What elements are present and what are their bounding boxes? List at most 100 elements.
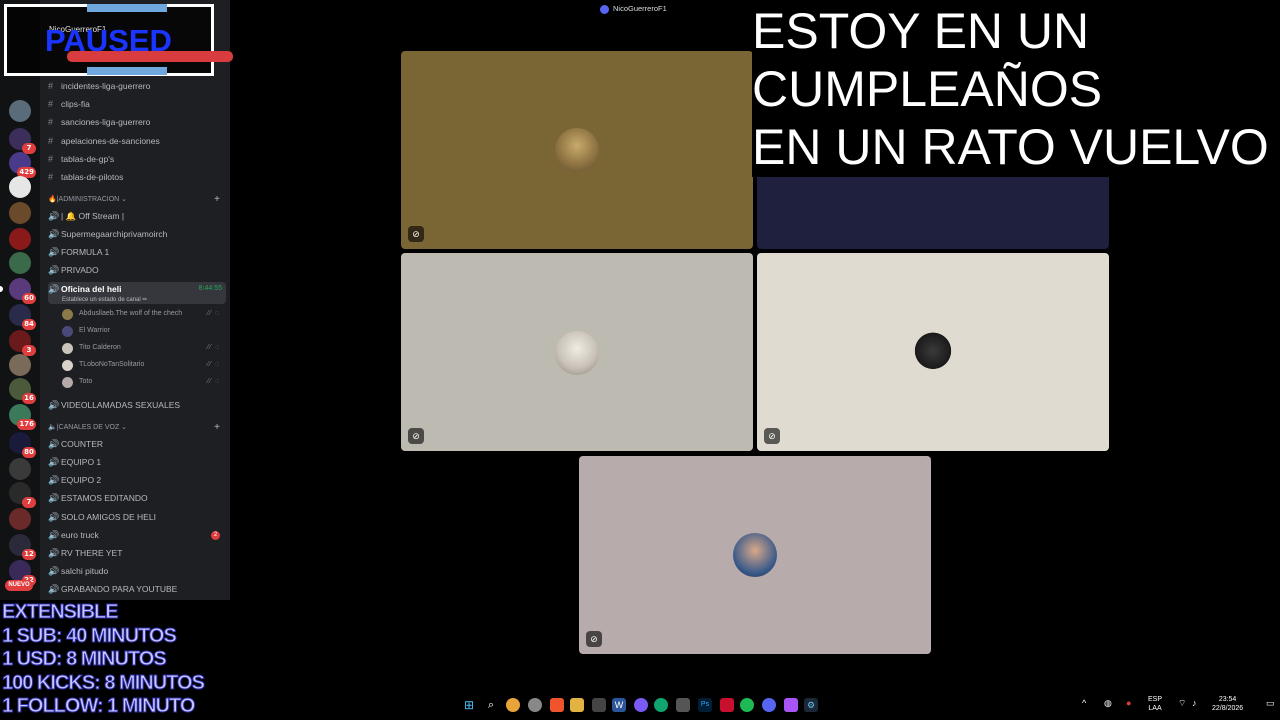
voice-user[interactable]: El Warrior (62, 323, 226, 339)
server-icon[interactable]: 60 (0, 278, 36, 304)
voice-channel[interactable]: 🔊 | 🔔 Off Stream | (48, 208, 226, 224)
server-icon[interactable]: 7 (9, 128, 36, 154)
app-icon[interactable] (528, 698, 542, 712)
voice-channel[interactable]: 🔊 VIDEOLLAMADAS SEXUALES (48, 397, 226, 413)
speaker-icon: 🔊 (48, 548, 60, 558)
voice-channel[interactable]: 🔊 EQUIPO 2 (48, 472, 226, 488)
server-icon[interactable]: 176 (9, 404, 36, 430)
video-tile[interactable]: ⊘ (757, 253, 1109, 451)
video-tile[interactable]: ⊘ (401, 51, 753, 249)
mute-icon: ⊘ (408, 428, 424, 444)
text-channel[interactable]: # tablas-de-pilotos (48, 169, 226, 185)
app-icon[interactable] (592, 698, 606, 712)
text-channel[interactable]: # apelaciones-de-sanciones (48, 133, 226, 149)
discord-icon[interactable] (762, 698, 776, 712)
wifi-icon[interactable]: ⌔ (1178, 699, 1186, 708)
server-icon[interactable]: 22 (9, 560, 36, 586)
notification-icon[interactable]: ▭ (1266, 699, 1275, 708)
voice-channel[interactable]: 🔊 COUNTER (48, 436, 226, 452)
voice-channel[interactable]: 🔊 euro truck 2 (48, 527, 226, 543)
paused-overlay: NicoGuerreroF1 PAUSED (4, 4, 233, 76)
windows-start-icon[interactable]: ⊞ (462, 698, 476, 712)
server-icon[interactable] (9, 202, 31, 224)
server-icon[interactable]: 429 (9, 152, 36, 178)
clock[interactable]: 23:54 22/8/2026 (1212, 695, 1243, 713)
server-icon[interactable] (9, 228, 31, 250)
server-icon[interactable] (9, 176, 31, 198)
voice-channel[interactable]: 🔊 EQUIPO 1 (48, 454, 226, 470)
screen: 7 429 60 84 3 16 176 80 7 12 22 NUEVO #i… (0, 0, 1280, 720)
video-tile[interactable]: ⊘ (579, 456, 931, 654)
video-tile[interactable]: ⊘ (401, 253, 753, 451)
hash-icon: # (48, 117, 54, 127)
voice-user[interactable]: Abdusllaeb.The wolf of the chech ⁄⁄ ◌ (62, 306, 226, 322)
voice-channel[interactable]: 🔊 SOLO AMIGOS DE HELI (48, 509, 226, 525)
search-icon[interactable]: ⌕ (484, 698, 498, 712)
steam-icon[interactable]: ⚙ (804, 698, 818, 712)
word-icon[interactable]: W (612, 698, 626, 712)
voice-user[interactable]: Toto ⁄⁄ ◌ (62, 374, 226, 390)
speaker-emoji-icon: 🔈 (48, 424, 57, 431)
voice-channel[interactable]: 🔊 salchi pitudo (48, 563, 226, 579)
taskbar: ⊞ ⌕ W Ps ⚙ ^ ◍ ● ESP LAA ⌔ ♪ 23:54 22/8/20… (230, 690, 1280, 720)
server-icon[interactable]: 84 (9, 304, 36, 330)
add-channel-icon[interactable]: + (214, 421, 220, 435)
category-header[interactable]: 🔥|ADMINISTRACION ⌄ + (48, 193, 226, 207)
server-badge: 7 (22, 497, 36, 508)
server-icon[interactable]: 80 (9, 432, 36, 458)
text-channel[interactable]: # tablas-de-gp's (48, 151, 226, 167)
promo-line: EXTENSIBLE (2, 601, 120, 624)
text-channel[interactable]: # sanciones-liga-guerrero (48, 114, 226, 130)
voice-channel[interactable]: 🔊 GRABANDO PARA YOUTUBE (48, 581, 226, 597)
app-icon[interactable] (634, 698, 648, 712)
server-rail: 7 429 60 84 3 16 176 80 7 12 22 NUEVO (0, 0, 40, 600)
photoshop-icon[interactable]: Ps (698, 698, 712, 712)
speaker-icon: 🔊 (48, 284, 60, 294)
language-indicator[interactable]: ESP LAA (1148, 695, 1162, 713)
voice-user[interactable]: TLoboNoTanSolitario ⁄⁄ ◌ (62, 357, 226, 373)
brave-icon[interactable] (550, 698, 564, 712)
chevron-up-icon[interactable]: ^ (1082, 699, 1086, 708)
text-channel[interactable]: # clips-fia (48, 96, 226, 112)
channel-status[interactable]: Establece un estado de canal ✏ (62, 293, 147, 304)
voice-user[interactable]: Tito Calderon ⁄⁄ ◌ (62, 340, 226, 356)
voice-channel[interactable]: 🔊 PRIVADO (48, 262, 226, 278)
active-voice-channel[interactable]: 🔊 Oficina del heli 8:44:55 Establece un e… (48, 282, 226, 304)
category-header[interactable]: 🔈|CANALES DE VOZ ⌄ + (48, 421, 226, 435)
speaker-icon: 🔊 (48, 512, 60, 522)
voice-channel[interactable]: 🔊 RV THERE YET (48, 545, 226, 561)
voice-channel[interactable]: 🔊 ESTAMOS EDITANDO (48, 490, 226, 506)
server-icon[interactable]: 7 (9, 482, 36, 508)
server-icon[interactable] (9, 458, 31, 480)
text-channel[interactable]: # incidentes-liga-guerrero (48, 78, 226, 94)
server-icon[interactable] (9, 252, 31, 274)
speaker-icon: 🔊 (48, 229, 60, 239)
chrome-icon[interactable] (506, 698, 520, 712)
speaker-icon: 🔊 (48, 566, 60, 576)
server-icon[interactable] (9, 508, 31, 530)
avatar (62, 326, 73, 337)
folder-icon[interactable] (570, 698, 584, 712)
mic-icon[interactable]: ● (1126, 699, 1131, 708)
promo-line: 100 KICKS: 8 MINUTOS (2, 671, 206, 694)
add-channel-icon[interactable]: + (214, 193, 220, 207)
server-icon[interactable]: 3 (9, 330, 36, 356)
app-icon[interactable] (676, 698, 690, 712)
network-icon[interactable]: ◍ (1104, 699, 1112, 708)
server-badge: 12 (22, 549, 36, 560)
app-icon[interactable] (784, 698, 798, 712)
server-icon[interactable] (9, 354, 31, 376)
app-icon[interactable] (720, 698, 734, 712)
speaker-icon: 🔊 (48, 493, 60, 503)
server-icon[interactable] (9, 100, 31, 122)
video-tile[interactable] (757, 177, 1109, 249)
edge-icon[interactable] (654, 698, 668, 712)
server-icon[interactable]: 12 (9, 534, 36, 560)
volume-icon[interactable]: ♪ (1192, 699, 1197, 708)
voice-channel[interactable]: 🔊 FORMULA 1 (48, 244, 226, 260)
server-icon[interactable]: 16 (9, 378, 36, 404)
avatar (555, 331, 599, 375)
voice-channel[interactable]: 🔊 Supermegaarchiprivamoirch (48, 226, 226, 242)
spotify-icon[interactable] (740, 698, 754, 712)
overlay-bar (87, 4, 167, 12)
